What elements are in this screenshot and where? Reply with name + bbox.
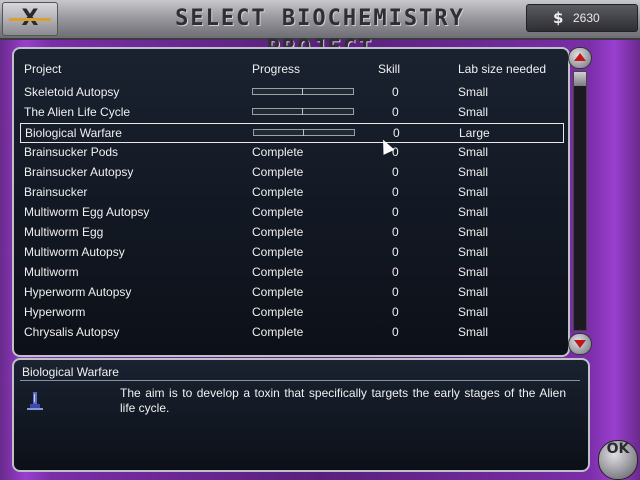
project-name: Multiworm Egg Autopsy xyxy=(24,205,150,219)
window-frame: X SELECT BIOCHEMISTRY PROJECT $ 2630 Pro… xyxy=(0,0,640,480)
lab-size-value: Small xyxy=(458,325,489,339)
column-header-progress: Progress xyxy=(252,62,301,76)
test-tube-icon xyxy=(27,392,43,410)
game-logo: X xyxy=(2,2,58,36)
skill-value: 0 xyxy=(392,325,399,339)
progress-status: Complete xyxy=(252,245,304,259)
project-name: Hyperworm xyxy=(24,305,86,319)
scroll-thumb[interactable] xyxy=(574,72,586,86)
skill-value: 0 xyxy=(392,265,399,279)
progress-status: Complete xyxy=(252,185,304,199)
skill-value: 0 xyxy=(392,85,399,99)
scroll-up-arrow-icon[interactable] xyxy=(568,47,592,69)
money-icon: $ xyxy=(553,9,564,27)
table-row[interactable]: Skeletoid Autopsy 0 Small xyxy=(20,83,562,101)
progress-status: Complete xyxy=(252,165,304,179)
skill-value: 0 xyxy=(392,185,399,199)
table-row[interactable]: Hyperworm Autopsy Complete 0 Small xyxy=(20,283,562,301)
scrollbar[interactable] xyxy=(568,47,592,355)
project-name: Brainsucker xyxy=(24,185,88,199)
table-row[interactable]: The Alien Life Cycle 0 Small xyxy=(20,103,562,121)
project-name: Hyperworm Autopsy xyxy=(24,285,132,299)
description-title: Biological Warfare xyxy=(22,365,119,379)
lab-size-value: Small xyxy=(458,305,489,319)
lab-size-value: Small xyxy=(458,285,489,299)
progress-bar-tick xyxy=(302,88,303,95)
table-row[interactable]: Multiworm Egg Complete 0 Small xyxy=(20,223,562,241)
project-name: Skeletoid Autopsy xyxy=(24,85,120,99)
table-row[interactable]: Biological Warfare 0 Large xyxy=(20,123,564,143)
skill-value: 0 xyxy=(392,225,399,239)
project-name: Multiworm xyxy=(24,265,79,279)
skill-value: 0 xyxy=(392,205,399,219)
project-list-panel: Project Progress Skill Lab size needed S… xyxy=(12,47,570,357)
progress-status: Complete xyxy=(252,285,304,299)
table-row[interactable]: Brainsucker Autopsy Complete 0 Small xyxy=(20,163,562,181)
lab-size-value: Small xyxy=(458,245,489,259)
scroll-track[interactable] xyxy=(573,71,587,331)
lab-size-value: Small xyxy=(458,185,489,199)
table-row[interactable]: Brainsucker Complete 0 Small xyxy=(20,183,562,201)
scroll-down-arrow-icon[interactable] xyxy=(568,333,592,355)
lab-size-value: Small xyxy=(458,145,489,159)
skill-value: 0 xyxy=(392,165,399,179)
project-name: Multiworm Egg xyxy=(24,225,104,239)
project-name: Multiworm Autopsy xyxy=(24,245,125,259)
column-header-project: Project xyxy=(24,62,62,76)
logo-bar xyxy=(9,18,51,21)
funds-display: $ 2630 xyxy=(526,4,638,32)
project-name: Brainsucker Autopsy xyxy=(24,165,134,179)
skill-value: 0 xyxy=(392,285,399,299)
description-divider xyxy=(20,380,580,381)
description-text: The aim is to develop a toxin that speci… xyxy=(120,386,566,415)
table-row[interactable]: Multiworm Complete 0 Small xyxy=(20,263,562,281)
funds-amount: 2630 xyxy=(573,11,600,25)
progress-status: Complete xyxy=(252,145,304,159)
progress-bar xyxy=(252,108,354,115)
progress-status: Complete xyxy=(252,325,304,339)
lab-size-value: Small xyxy=(458,165,489,179)
project-name: Chrysalis Autopsy xyxy=(24,325,120,339)
lab-size-value: Small xyxy=(458,265,489,279)
project-name: The Alien Life Cycle xyxy=(24,105,131,119)
description-panel: Biological Warfare The aim is to develop… xyxy=(12,358,590,472)
skill-value: 0 xyxy=(392,305,399,319)
table-row[interactable]: Chrysalis Autopsy Complete 0 Small xyxy=(20,323,562,341)
lab-size-value: Small xyxy=(458,225,489,239)
lab-size-value: Small xyxy=(458,205,489,219)
title-bar: X SELECT BIOCHEMISTRY PROJECT $ 2630 xyxy=(0,0,640,61)
progress-status: Complete xyxy=(252,225,304,239)
table-row[interactable]: Multiworm Autopsy Complete 0 Small xyxy=(20,243,562,261)
skill-value: 0 xyxy=(392,245,399,259)
project-name: Brainsucker Pods xyxy=(24,145,119,159)
column-header-lab-size: Lab size needed xyxy=(458,62,547,76)
progress-bar xyxy=(252,88,354,95)
project-name: Biological Warfare xyxy=(25,126,122,140)
table-row[interactable]: Hyperworm Complete 0 Small xyxy=(20,303,562,321)
lab-size-value: Small xyxy=(458,105,489,119)
progress-bar-tick xyxy=(303,129,304,136)
progress-status: Complete xyxy=(252,265,304,279)
lab-size-value: Small xyxy=(458,85,489,99)
column-header-skill: Skill xyxy=(378,62,401,76)
skill-value: 0 xyxy=(393,126,400,140)
progress-bar-tick xyxy=(302,108,303,115)
table-row[interactable]: Brainsucker Pods Complete 0 Small xyxy=(20,143,562,161)
skill-value: 0 xyxy=(392,105,399,119)
page-title: SELECT BIOCHEMISTRY PROJECT xyxy=(175,6,465,61)
lab-size-value: Large xyxy=(459,126,490,140)
progress-status: Complete xyxy=(252,305,304,319)
table-row[interactable]: Multiworm Egg Autopsy Complete 0 Small xyxy=(20,203,562,221)
progress-status: Complete xyxy=(252,205,304,219)
progress-bar xyxy=(253,129,355,136)
ok-button[interactable]: OK xyxy=(598,440,638,480)
